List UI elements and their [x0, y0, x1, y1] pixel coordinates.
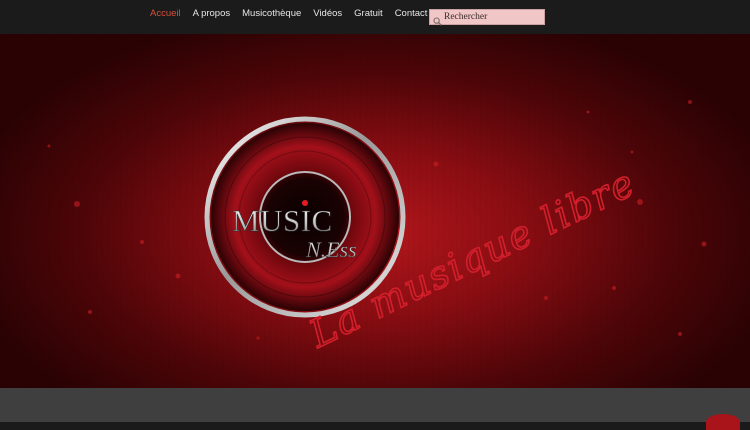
search-input[interactable] [444, 10, 540, 24]
nav-item-gratuit[interactable]: Gratuit [354, 8, 383, 19]
nav-item-contact[interactable]: Contact [395, 8, 428, 19]
magnifier-icon [433, 13, 442, 26]
hero-banner: MUSIC N.Ess La musique libre [0, 34, 750, 388]
search-box[interactable] [429, 9, 545, 26]
footer-band [0, 388, 750, 422]
nav-menu: Accueil A propos Musicothèque Vidéos Gra… [150, 8, 439, 19]
nav-item-accueil[interactable]: Accueil [150, 8, 181, 19]
nav-item-a-propos[interactable]: A propos [193, 8, 231, 19]
hero-artwork: MUSIC N.Ess La musique libre [0, 34, 750, 388]
logo-sub-text: N.Ess [305, 237, 357, 262]
nav-item-videos[interactable]: Vidéos [313, 8, 342, 19]
nav-item-musicotheque[interactable]: Musicothèque [242, 8, 301, 19]
logo-main-text: MUSIC [232, 203, 333, 238]
scroll-top-button[interactable] [706, 414, 740, 430]
top-navigation-bar: Accueil A propos Musicothèque Vidéos Gra… [0, 0, 750, 35]
